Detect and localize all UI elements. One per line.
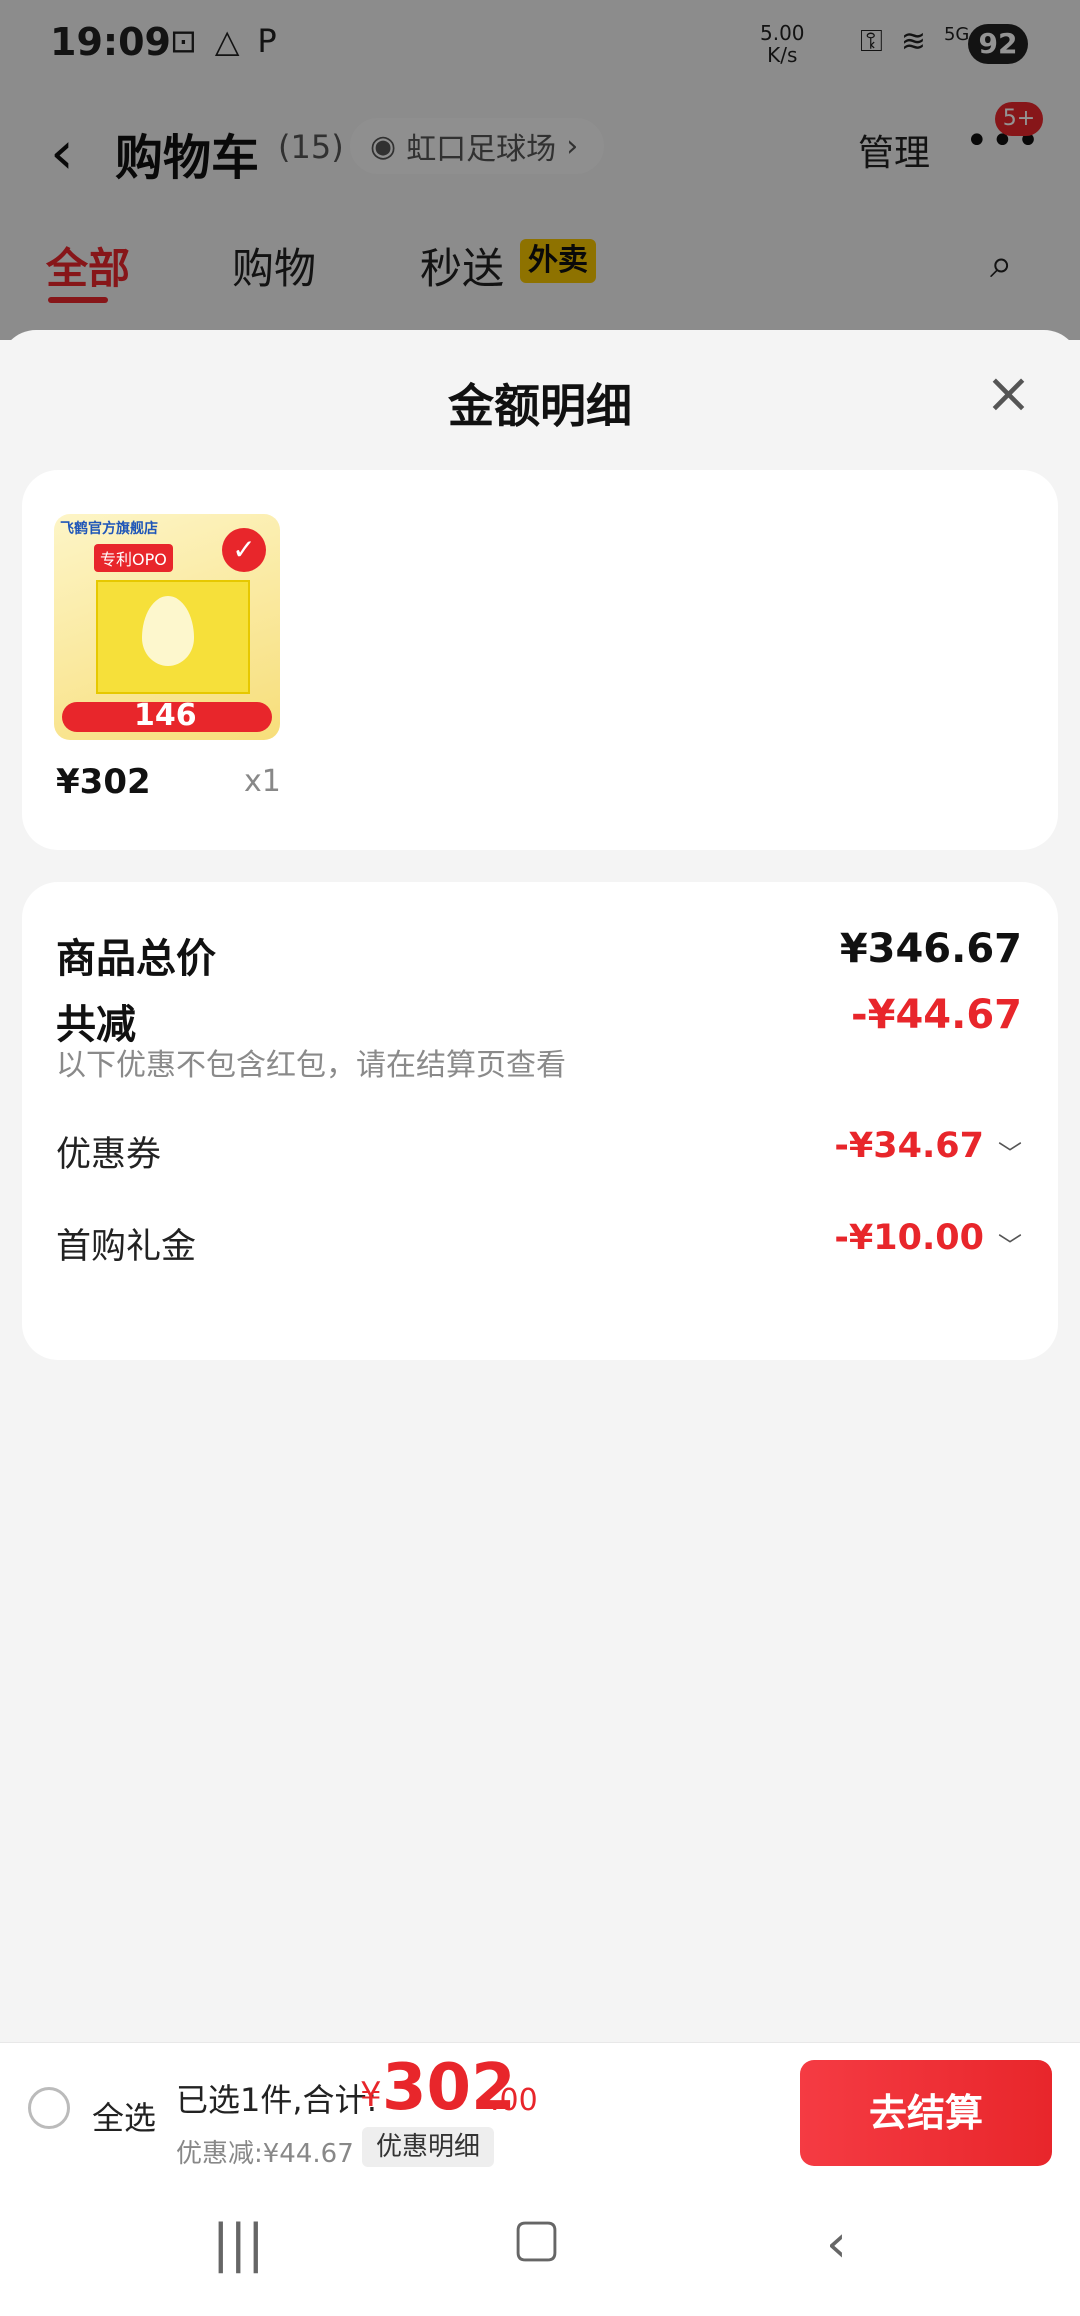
item-card: 飞鹤官方旗舰店 专利OPO ✓ 146 ¥302 x1 [22,470,1058,850]
chevron-down-icon[interactable]: ﹀ [998,1226,1022,1261]
total-label: 商品总价 [56,936,216,982]
total-value: ¥346.67 [839,926,1022,972]
recent-apps-icon[interactable]: ||| [212,2214,265,2274]
coupon-label: 优惠券 [56,1135,162,1175]
reduce-value: -¥44.67 [851,992,1022,1038]
discount-detail-button[interactable]: 优惠明细 [362,2127,495,2167]
chevron-down-icon[interactable]: ﹀ [998,1134,1022,1169]
checkout-bar: 全选 已选1件,合计: ¥ 302 .00 优惠减:¥44.67 优惠明细 去结… [0,2042,1080,2181]
store-label: 飞鹤官方旗舰店 [60,521,158,537]
price-breakdown-card: 商品总价 ¥346.67 共减 -¥44.67 以下优惠不包含红包，请在结算页查… [22,882,1058,1360]
currency-symbol: ¥ [360,2075,382,2115]
opo-label: 专利OPO [94,544,173,572]
item-quantity: x1 [244,764,281,799]
reduce-note: 以下优惠不包含红包，请在结算页查看 [56,1048,566,1083]
item-price: ¥302 [56,762,151,802]
dim-overlay[interactable] [0,0,1080,340]
total-amount-decimal: .00 [490,2083,538,2118]
first-gift-label: 首购礼金 [56,1227,197,1267]
system-nav-bar: ||| ▢ ‹ [0,2180,1080,2316]
discount-summary: 优惠减:¥44.67 [176,2139,354,2169]
selected-summary: 已选1件,合计: [176,2081,378,2119]
back-nav-icon[interactable]: ‹ [826,2214,847,2274]
thumb-price: 146 [134,698,197,733]
coupon-value[interactable]: -¥34.67 [834,1126,984,1166]
first-gift-value[interactable]: -¥10.00 [834,1218,984,1258]
home-icon[interactable]: ▢ [512,2208,561,2268]
select-all-radio[interactable] [28,2087,70,2129]
close-icon[interactable]: × [985,366,1032,422]
amount-detail-sheet: 金额明细 × 飞鹤官方旗舰店 专利OPO ✓ 146 ¥302 x1 商品总价 … [0,330,1080,2042]
sheet-title: 金额明细 [448,379,632,433]
checkout-button[interactable]: 去结算 [800,2060,1052,2166]
select-all-label[interactable]: 全选 [92,2093,156,2139]
check-icon: ✓ [222,528,266,572]
product-thumbnail[interactable]: 飞鹤官方旗舰店 专利OPO ✓ 146 [54,514,280,740]
